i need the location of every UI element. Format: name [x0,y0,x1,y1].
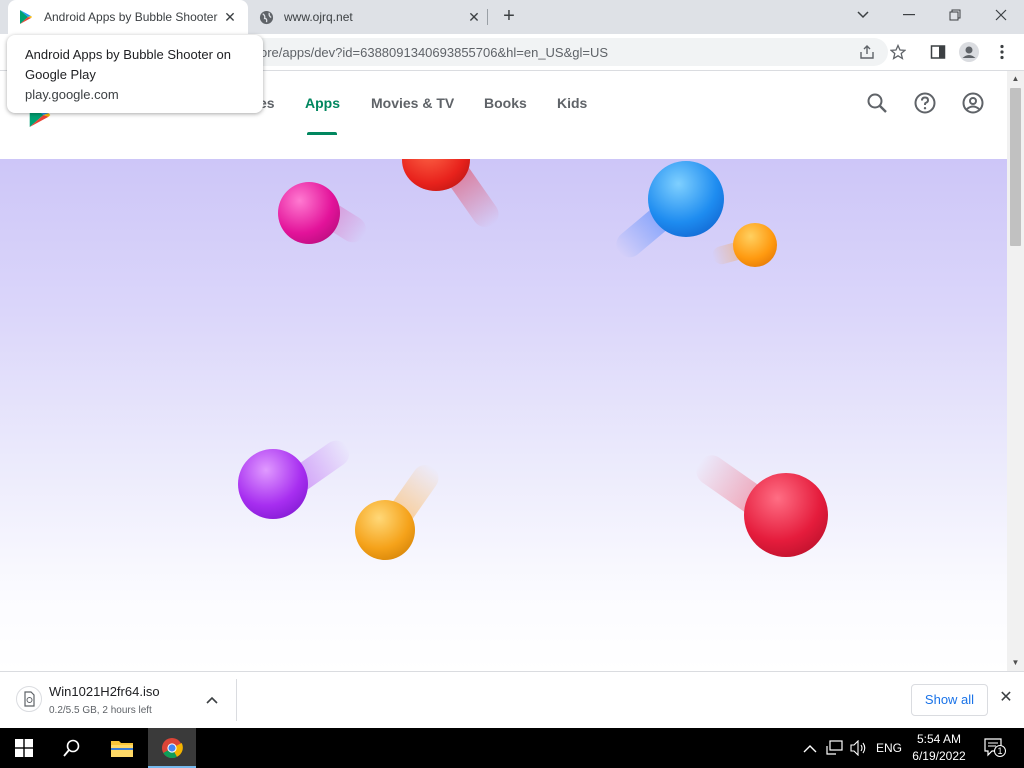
account-icon[interactable] [961,91,985,115]
scrollbar-thumb[interactable] [1010,88,1021,246]
input-language[interactable]: ENG [876,741,902,755]
tooltip-domain: play.google.com [25,87,119,102]
help-icon[interactable] [913,91,937,115]
network-icon[interactable] [826,740,844,761]
windows-icon [15,739,33,757]
tooltip-title: Android Apps by Bubble Shooter on Google… [25,47,231,82]
nav-movies-tv[interactable]: Movies & TV [371,95,454,111]
close-window-button[interactable] [978,0,1024,30]
chevron-up-icon[interactable] [204,692,220,708]
side-panel-icon[interactable] [928,42,948,62]
scroll-down-arrow[interactable]: ▼ [1007,655,1024,671]
notification-badge: 1 [994,745,1006,757]
share-icon[interactable] [857,42,877,62]
red-bubble-large [744,473,828,557]
restore-button[interactable] [932,0,978,30]
new-tab-button[interactable]: + [498,6,520,28]
developer-banner [0,159,1007,671]
search-icon[interactable] [865,91,889,115]
close-download-bar-icon[interactable]: ✕ [998,690,1014,706]
show-all-button[interactable]: Show all [911,684,988,716]
tab-ojrq[interactable]: www.ojrq.net ✕ [252,0,488,34]
tab-title: www.ojrq.net [284,10,353,24]
nav-apps[interactable]: Apps [305,95,340,111]
start-button[interactable] [0,728,48,768]
tab-strip: Android Apps by Bubble Shooter ✕ www.ojr… [0,0,1024,34]
tab-title: Android Apps by Bubble Shooter [44,10,218,24]
scroll-up-arrow[interactable]: ▲ [1007,71,1024,87]
browser-menu-icon[interactable] [992,42,1012,62]
notifications-icon[interactable]: 1 [984,738,1006,758]
windows-taskbar: ENG 5:54 AM 6/19/2022 1 [0,728,1024,768]
orange-bubble-small [733,223,777,267]
clock-time: 5:54 AM [916,732,962,746]
orange-bubble [355,500,415,560]
url-text[interactable]: ore/apps/dev?id=6388091340693855706&hl=e… [260,45,608,60]
tab-search-icon[interactable] [840,0,886,30]
file-icon [16,686,42,712]
folder-icon [111,741,133,757]
minimize-button[interactable] [886,0,932,30]
tab-hover-tooltip: Android Apps by Bubble Shooter on Google… [7,35,263,113]
download-bar: Win1021H2fr64.iso 0.2/5.5 GB, 2 hours le… [0,671,1024,728]
search-icon [63,739,80,757]
google-play-icon [18,9,34,25]
file-explorer-button[interactable] [98,728,146,768]
profile-avatar-icon[interactable] [959,42,979,62]
active-tab-indicator [307,132,337,135]
search-button[interactable] [48,728,96,768]
blue-bubble [648,161,724,237]
chrome-icon [162,738,183,759]
chrome-taskbar-button[interactable] [148,728,196,768]
download-filename[interactable]: Win1021H2fr64.iso [49,684,160,699]
tab-separator [487,9,488,25]
download-status: 0.2/5.5 GB, 2 hours left [49,705,152,716]
close-tab-icon[interactable]: ✕ [222,9,238,25]
show-hidden-icons-icon[interactable] [803,741,817,759]
bookmark-star-icon[interactable] [888,42,908,62]
close-tab-icon[interactable]: ✕ [466,9,482,25]
nav-kids[interactable]: Kids [557,95,587,111]
volume-icon[interactable] [850,739,868,761]
globe-icon [258,9,274,25]
clock-date: 6/19/2022 [912,749,966,763]
purple-bubble [238,449,308,519]
pink-bubble [278,182,340,244]
system-clock[interactable]: 5:54 AM 6/19/2022 [905,731,973,765]
nav-books[interactable]: Books [484,95,527,111]
tab-google-play[interactable]: Android Apps by Bubble Shooter ✕ [8,0,248,34]
divider [236,679,237,721]
